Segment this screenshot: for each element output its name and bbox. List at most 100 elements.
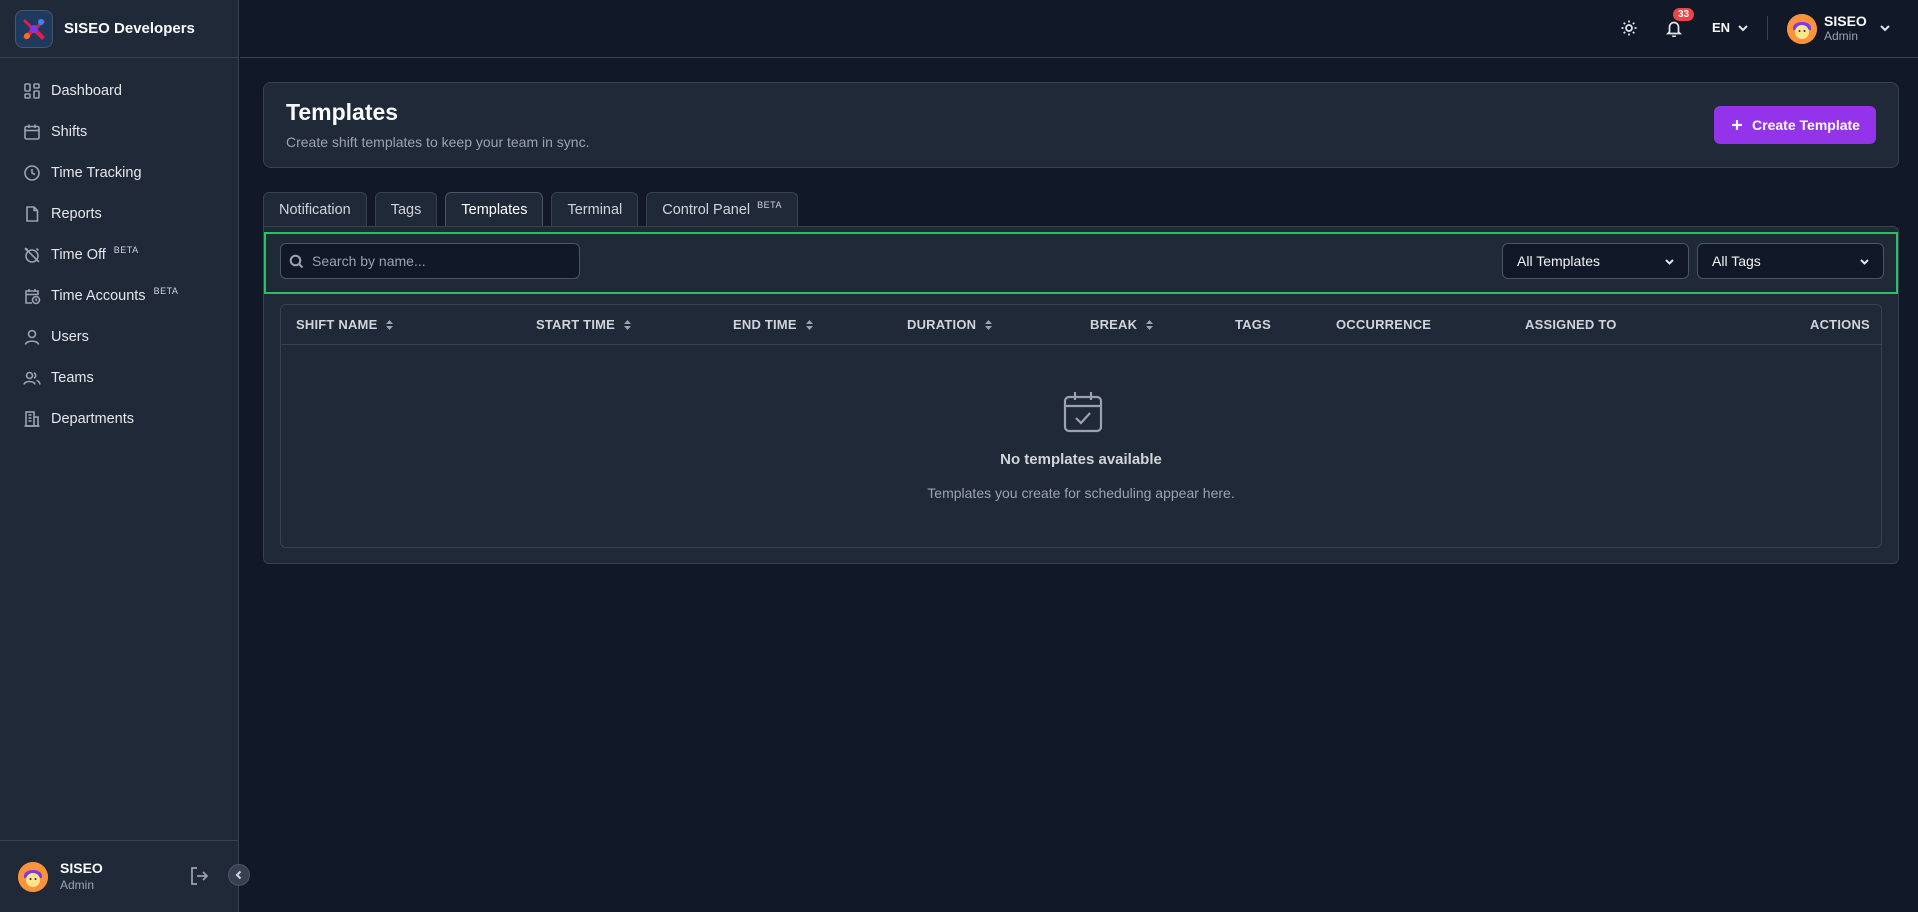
- sidebar-item-label: Time Tracking: [51, 164, 142, 181]
- chevron-left-icon: [235, 870, 242, 880]
- top-user-role: Admin: [1824, 29, 1859, 44]
- sidebar-item-time-tracking[interactable]: Time Tracking: [0, 152, 238, 193]
- user-icon: [24, 329, 40, 345]
- alarm-off-icon: [24, 246, 40, 263]
- tab-label: Templates: [461, 202, 528, 218]
- tab-templates[interactable]: Templates: [445, 192, 544, 227]
- calendar-clock-icon: [25, 288, 41, 304]
- dashboard-icon: [24, 82, 40, 99]
- sidebar-item-time-accounts[interactable]: Time Accounts BETA: [0, 275, 238, 316]
- logout-icon: [191, 867, 209, 885]
- sidebar-nav: Dashboard Shifts Time Tracking Reports T…: [0, 58, 238, 439]
- tag-filter-value: All Tags: [1712, 253, 1761, 269]
- column-occurrence: OCCURRENCE: [1336, 317, 1432, 332]
- brand[interactable]: SISEO Developers: [0, 0, 238, 58]
- column-start-time[interactable]: START TIME: [536, 317, 632, 332]
- search-input[interactable]: [309, 244, 575, 278]
- tab-terminal[interactable]: Terminal: [551, 192, 639, 226]
- theme-toggle-button[interactable]: [1620, 19, 1638, 42]
- sidebar-footer: SISEO Admin: [0, 840, 239, 912]
- sidebar-item-time-off[interactable]: Time Off BETA: [0, 234, 238, 275]
- file-icon: [26, 205, 39, 222]
- footer-user-role: Admin: [60, 877, 95, 892]
- beta-badge: BETA: [757, 199, 782, 210]
- create-template-label: Create Template: [1752, 117, 1860, 133]
- calendar-icon: [24, 124, 40, 140]
- tab-tags[interactable]: Tags: [374, 192, 438, 226]
- language-selector[interactable]: EN: [1712, 20, 1730, 35]
- page-subtitle: Create shift templates to keep your team…: [286, 134, 590, 150]
- sidebar: SISEO Developers Dashboard Shifts Time T…: [0, 0, 239, 912]
- create-template-button[interactable]: Create Template: [1714, 106, 1876, 144]
- page-title: Templates: [286, 99, 399, 125]
- chevron-down-icon: [1736, 21, 1750, 40]
- tab-notification[interactable]: Notification: [263, 192, 367, 226]
- user-avatar[interactable]: [1787, 14, 1817, 44]
- sort-icon: [985, 319, 993, 330]
- tab-label: Tags: [390, 201, 422, 218]
- divider: [1767, 16, 1768, 40]
- sidebar-item-dashboard[interactable]: Dashboard: [0, 70, 238, 111]
- sidebar-item-teams[interactable]: Teams: [0, 357, 238, 398]
- sidebar-item-label: Departments: [51, 410, 135, 427]
- avatar[interactable]: [18, 861, 48, 892]
- template-filter-value: All Templates: [1517, 253, 1601, 269]
- column-assigned-to: ASSIGNED TO: [1525, 317, 1617, 332]
- column-end-time[interactable]: END TIME: [733, 317, 814, 332]
- notification-count-badge: 33: [1673, 8, 1695, 21]
- templates-panel: All Templates All Tags SHIFT NAME START …: [263, 226, 1899, 564]
- bell-icon: [1665, 21, 1683, 38]
- tab-control-panel[interactable]: Control Panel BETA: [646, 192, 798, 226]
- sort-icon: [805, 319, 813, 330]
- beta-badge: BETA: [153, 285, 179, 296]
- chevron-down-icon: [1665, 259, 1674, 265]
- building-icon: [24, 410, 40, 427]
- column-actions: ACTIONS: [1810, 317, 1870, 332]
- column-break[interactable]: BREAK: [1090, 317, 1154, 332]
- top-user-name: SISEO: [1824, 13, 1867, 29]
- page-header: Templates Create shift templates to keep…: [263, 82, 1899, 168]
- empty-state-subtitle: Templates you create for scheduling appe…: [927, 485, 1235, 501]
- template-filter-select[interactable]: All Templates: [1502, 243, 1689, 279]
- user-menu[interactable]: SISEO Admin: [1824, 13, 1867, 44]
- calendar-check-icon: [1062, 390, 1104, 439]
- avatar-icon: [18, 861, 48, 892]
- chevron-down-icon[interactable]: [1878, 21, 1892, 40]
- empty-state-title: No templates available: [1000, 451, 1162, 468]
- sort-icon: [1146, 319, 1154, 330]
- sort-icon: [386, 319, 394, 330]
- topbar: 33 EN SISEO Admin: [240, 0, 1918, 58]
- sidebar-item-shifts[interactable]: Shifts: [0, 111, 238, 152]
- sidebar-item-label: Dashboard: [51, 82, 122, 99]
- sidebar-item-label: Users: [51, 328, 89, 345]
- tab-label: Terminal: [567, 201, 623, 218]
- sidebar-item-label: Teams: [51, 369, 94, 386]
- sidebar-item-users[interactable]: Users: [0, 316, 238, 357]
- brand-name: SISEO Developers: [64, 20, 195, 37]
- tag-filter-select[interactable]: All Tags: [1697, 243, 1884, 279]
- sidebar-item-departments[interactable]: Departments: [0, 398, 238, 439]
- clock-icon: [24, 164, 40, 181]
- settings-tabs: Notification Tags Templates Terminal Con…: [263, 192, 806, 227]
- chevron-down-icon: [1860, 259, 1869, 265]
- sidebar-item-reports[interactable]: Reports: [0, 193, 238, 234]
- templates-table: SHIFT NAME START TIME END TIME DURATION …: [280, 304, 1882, 548]
- column-duration[interactable]: DURATION: [907, 317, 993, 332]
- sidebar-item-label: Shifts: [51, 123, 88, 140]
- sidebar-item-label: Time Accounts: [51, 287, 146, 304]
- notifications-button[interactable]: [1665, 19, 1683, 42]
- tab-label: Notification: [279, 201, 351, 218]
- logout-button[interactable]: [188, 865, 210, 892]
- avatar-icon: [1787, 14, 1817, 44]
- sidebar-item-label: Time Off: [51, 246, 106, 263]
- column-shift-name[interactable]: SHIFT NAME: [296, 317, 394, 332]
- sort-icon: [624, 319, 632, 330]
- table-header: SHIFT NAME START TIME END TIME DURATION …: [281, 305, 1881, 345]
- sidebar-item-label: Reports: [51, 205, 102, 222]
- search-box[interactable]: [280, 243, 580, 279]
- plus-icon: [1732, 120, 1743, 130]
- filter-bar: All Templates All Tags: [264, 232, 1898, 294]
- footer-user-name: SISEO: [60, 860, 103, 877]
- tab-label: Control Panel: [662, 201, 751, 218]
- sidebar-collapse-button[interactable]: [228, 864, 250, 886]
